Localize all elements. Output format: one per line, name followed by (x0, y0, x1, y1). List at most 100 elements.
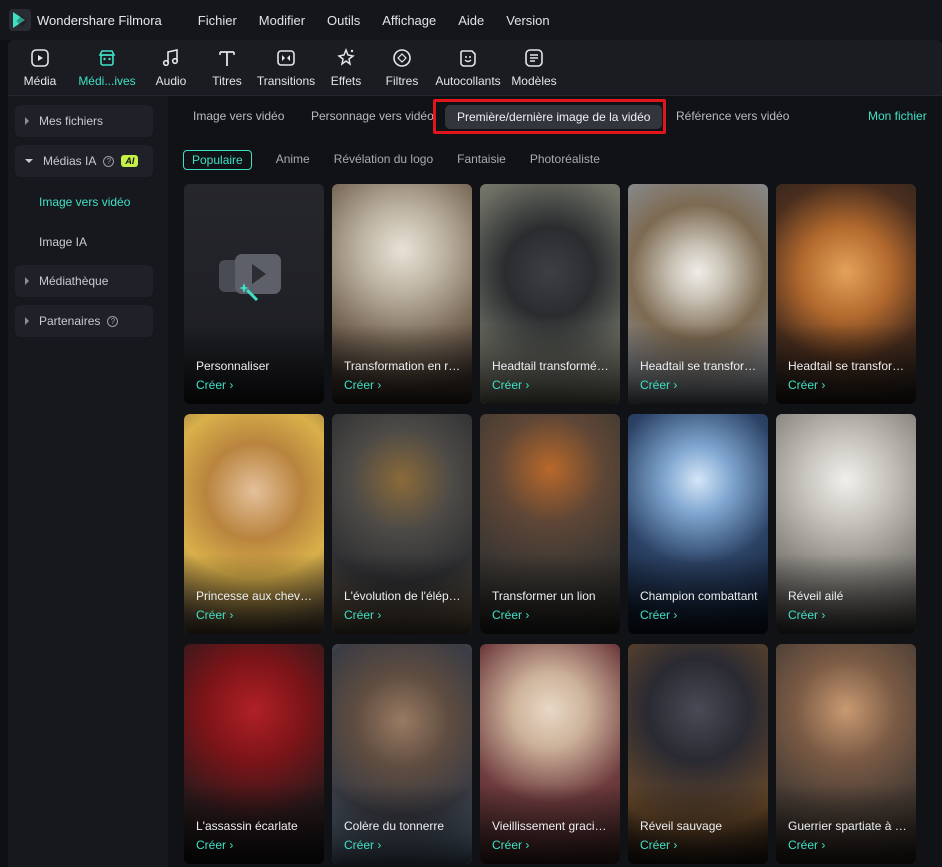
tool-titles[interactable]: Titres (200, 40, 254, 95)
menu-aide[interactable]: Aide (458, 13, 484, 28)
effects-icon (337, 47, 355, 66)
image-to-video-icon (219, 254, 281, 302)
content-panel: Image vers vidéo Personnage vers vidéo P… (168, 95, 942, 867)
text-icon (219, 51, 235, 66)
filter-anime[interactable]: Anime (276, 150, 310, 170)
card-title: Headtail se transforme en aigle (640, 359, 760, 373)
create-button[interactable]: Créer (788, 838, 825, 852)
card-title: L'assassin écarlate (196, 819, 298, 833)
filter-populaire[interactable]: Populaire (183, 150, 252, 170)
create-button[interactable]: Créer (492, 838, 529, 852)
filter-chips: Populaire Anime Révélation du logo Fanta… (183, 150, 624, 170)
music-note-icon (162, 49, 179, 67)
sticker-icon (460, 50, 476, 67)
create-button[interactable]: Créer (788, 608, 825, 622)
create-button[interactable]: Créer (344, 378, 381, 392)
create-button[interactable]: Créer (492, 378, 529, 392)
template-card[interactable]: Colère du tonnerre Créer (332, 644, 472, 864)
menu-fichier[interactable]: Fichier (198, 13, 237, 28)
menu-bar: Fichier Modifier Outils Affichage Aide V… (198, 13, 572, 28)
annotation-highlight-box (433, 99, 666, 134)
sidebar-item-medias-ia[interactable]: Médias IA ? AI (15, 145, 153, 177)
tool-stickers[interactable]: Autocollants (430, 40, 506, 95)
create-button[interactable]: Créer (196, 838, 233, 852)
filter-revelation-logo[interactable]: Révélation du logo (334, 150, 433, 170)
card-title: Réveil sauvage (640, 819, 723, 833)
tool-effects[interactable]: Effets (318, 40, 374, 95)
tool-media[interactable]: Média (8, 40, 72, 95)
filter-fantaisie[interactable]: Fantaisie (457, 150, 506, 170)
create-button[interactable]: Créer (344, 838, 381, 852)
title-bar: Wondershare Filmora Fichier Modifier Out… (0, 0, 942, 40)
card-title: Guerrier spartiate à l'arène (788, 819, 908, 833)
create-button[interactable]: Créer (640, 378, 677, 392)
menu-affichage[interactable]: Affichage (382, 13, 436, 28)
create-button[interactable]: Créer (344, 608, 381, 622)
templates-icon (525, 49, 543, 67)
template-card[interactable]: Réveil sauvage Créer (628, 644, 768, 864)
media-toolbar: Média Médi...ives Audio Titres Transitio… (8, 40, 942, 95)
create-button[interactable]: Créer (196, 378, 233, 392)
sidebar-item-partenaires[interactable]: Partenaires ? (15, 305, 153, 337)
filmora-logo-icon (9, 9, 31, 31)
template-card[interactable]: Personnaliser Créer (184, 184, 324, 404)
template-card[interactable]: Headtail se transforme en tigre Créer (776, 184, 916, 404)
sidebar-item-mediatheque[interactable]: Médiathèque (15, 265, 153, 297)
sidebar: Mes fichiers Médias IA ? AI Image vers v… (8, 95, 168, 867)
create-button[interactable]: Créer (492, 608, 529, 622)
help-icon[interactable]: ? (103, 155, 115, 167)
app-name: Wondershare Filmora (37, 12, 162, 28)
menu-modifier[interactable]: Modifier (259, 13, 305, 28)
menu-version[interactable]: Version (506, 13, 549, 28)
card-title: Vieillissement gracieux (492, 819, 612, 833)
filter-photorealiste[interactable]: Photoréaliste (530, 150, 600, 170)
filters-icon (393, 49, 411, 67)
help-icon[interactable]: ? (107, 315, 119, 327)
card-title: Champion combattant (640, 589, 758, 603)
caret-right-icon (25, 277, 29, 285)
store-icon (98, 50, 116, 66)
tab-image-vers-video[interactable]: Image vers vidéo (193, 109, 284, 123)
caret-down-icon (25, 159, 33, 163)
template-card[interactable]: Princesse aux cheveux bruns Créer (184, 414, 324, 634)
template-card[interactable]: Transformation en renard Créer (332, 184, 472, 404)
tab-personnage-vers-video[interactable]: Personnage vers vidéo (311, 109, 434, 123)
card-title: Transformation en renard (344, 359, 464, 373)
tab-reference-vers-video[interactable]: Référence vers vidéo (676, 109, 789, 123)
sidebar-item-image-vers-video[interactable]: Image vers vidéo (39, 195, 130, 209)
template-card[interactable]: Guerrier spartiate à l'arène Créer (776, 644, 916, 864)
tool-audio[interactable]: Audio (142, 40, 200, 95)
tab-mon-fichier[interactable]: Mon fichier (868, 109, 927, 123)
caret-right-icon (25, 317, 29, 325)
media-icon (31, 49, 49, 67)
card-title: Headtail se transforme en tigre (788, 359, 908, 373)
menu-outils[interactable]: Outils (327, 13, 360, 28)
template-card[interactable]: L'assassin écarlate Créer (184, 644, 324, 864)
create-button[interactable]: Créer (640, 608, 677, 622)
tool-stock-media[interactable]: Médi...ives (72, 40, 142, 95)
tool-templates[interactable]: Modèles (506, 40, 562, 95)
card-title: Headtail transformé en aigle (492, 359, 612, 373)
tool-transitions[interactable]: Transitions (254, 40, 318, 95)
card-title: Personnaliser (196, 359, 270, 373)
sidebar-item-mes-fichiers[interactable]: Mes fichiers (15, 105, 153, 137)
create-button[interactable]: Créer (196, 608, 233, 622)
template-card[interactable]: Réveil ailé Créer (776, 414, 916, 634)
create-button[interactable]: Créer (788, 378, 825, 392)
card-title: Transformer un lion (492, 589, 596, 603)
card-title: Réveil ailé (788, 589, 844, 603)
template-card[interactable]: Transformer un lion Créer (480, 414, 620, 634)
create-button[interactable]: Créer (640, 838, 677, 852)
transition-icon (277, 50, 295, 66)
template-card[interactable]: Headtail transformé en aigle Créer (480, 184, 620, 404)
sidebar-item-image-ia[interactable]: Image IA (39, 235, 87, 249)
template-card[interactable]: Vieillissement gracieux Créer (480, 644, 620, 864)
card-title: Princesse aux cheveux bruns (196, 589, 316, 603)
template-card[interactable]: Champion combattant Créer (628, 414, 768, 634)
caret-right-icon (25, 117, 29, 125)
template-card[interactable]: L'évolution de l'éléphant Créer (332, 414, 472, 634)
card-title: Colère du tonnerre (344, 819, 445, 833)
card-title: L'évolution de l'éléphant (344, 589, 464, 603)
tool-filters[interactable]: Filtres (374, 40, 430, 95)
template-card[interactable]: Headtail se transforme en aigle Créer (628, 184, 768, 404)
